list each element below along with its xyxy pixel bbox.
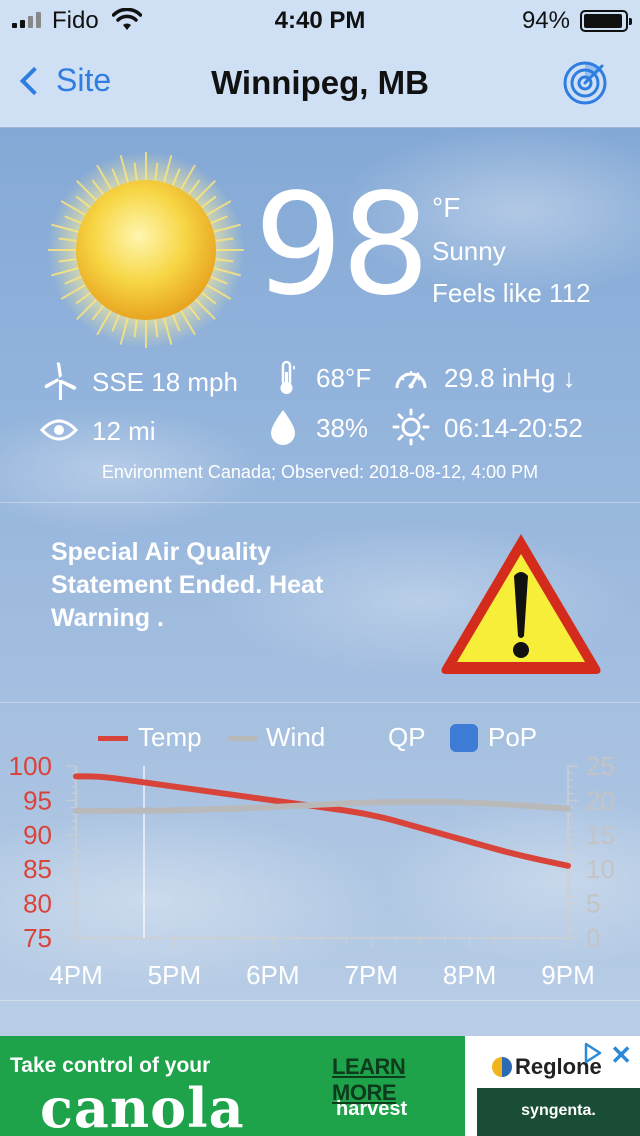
sunrise-sunset-value: 06:14-20:52 — [444, 413, 583, 443]
section-divider — [0, 502, 640, 503]
observation-source: Environment Canada; Observed: 2018-08-12… — [101, 462, 539, 482]
navigation-bar: Fido 4:40 PM 94% Site Winnipeg, MB — [0, 0, 640, 128]
temperature-unit: °F — [432, 192, 461, 223]
right-axis-tick-label: 10 — [586, 854, 615, 884]
forecast-chart: 100 95 90 85 80 75 25 20 15 10 5 0 4PM 5PM 6PM 7PM 8PM 9P… — [9, 751, 615, 990]
right-axis-tick-label: 15 — [586, 820, 615, 850]
left-axis-tick-label: 75 — [23, 923, 52, 953]
feels-like-text: Feels like 112 — [432, 278, 591, 308]
ad-headline: Take control of your — [10, 1054, 211, 1077]
weather-warning-text[interactable]: Special Air Quality Statement Ended. Hea… — [51, 536, 391, 635]
left-axis-tick-label: 80 — [23, 889, 52, 919]
section-divider — [0, 1000, 640, 1001]
right-axis-tick-label: 25 — [586, 751, 615, 781]
sun-icon — [48, 152, 244, 348]
section-divider — [0, 702, 640, 703]
pressure-gauge-icon — [395, 371, 427, 389]
ad-close-icon[interactable]: ✕ — [610, 1040, 632, 1071]
current-temperature: 98 — [254, 164, 430, 327]
visibility-value: 12 mi — [92, 416, 156, 446]
right-axis-tick-label: 20 — [586, 785, 615, 815]
status-bar: Fido 4:40 PM 94% — [0, 0, 640, 40]
x-axis-tick-label: 7PM — [344, 960, 397, 990]
page-title: Winnipeg, MB — [211, 64, 429, 101]
dewpoint-value: 68°F — [316, 363, 372, 393]
x-axis-tick-label: 5PM — [148, 960, 201, 990]
thermometer-icon — [280, 360, 295, 394]
reglone-logo-icon — [492, 1057, 512, 1077]
ad-sponsor: syngenta. — [521, 1102, 596, 1119]
warning-triangle-icon[interactable] — [436, 528, 606, 678]
ad-choices-icon[interactable] — [582, 1042, 604, 1064]
ad-right-panel[interactable]: Reglone ✕ syngenta. — [465, 1036, 640, 1136]
x-axis-tick-label: 4PM — [49, 960, 102, 990]
ad-learn-more-link[interactable]: LEARN MORE — [332, 1054, 465, 1106]
condition-text: Sunny — [432, 236, 506, 266]
left-axis-tick-label: 90 — [23, 820, 52, 850]
x-axis-tick-label: 6PM — [246, 960, 299, 990]
pressure-value: 29.8 inHg ↓ — [444, 363, 576, 393]
x-axis-tick-label: 9PM — [541, 960, 594, 990]
radar-icon[interactable] — [562, 60, 608, 106]
ad-product: canola — [40, 1076, 245, 1136]
x-axis-tick-label: 8PM — [443, 960, 496, 990]
right-axis-tick-label: 0 — [586, 923, 600, 953]
left-axis-tick-label: 100 — [9, 751, 52, 781]
series-line-temp — [73, 773, 571, 869]
battery-percent: 94% — [521, 7, 570, 34]
ad-sponsor-panel: syngenta. — [477, 1088, 640, 1136]
ad-left-panel[interactable]: Take control of your canola harvest LEAR… — [0, 1036, 465, 1136]
sunrise-sunset-icon — [392, 408, 430, 446]
humidity-drop-icon — [271, 410, 295, 445]
eye-icon — [40, 419, 78, 441]
humidity-value: 38% — [316, 413, 369, 443]
left-axis-tick-label: 95 — [23, 785, 52, 815]
battery-icon — [580, 10, 632, 32]
right-axis-tick-label: 5 — [586, 889, 600, 919]
left-axis-tick-label: 85 — [23, 854, 52, 884]
wind-value: SSE 18 mph — [92, 367, 238, 397]
advertisement-banner[interactable]: Take control of your canola harvest LEAR… — [0, 1036, 640, 1136]
wind-turbine-icon — [44, 362, 77, 400]
